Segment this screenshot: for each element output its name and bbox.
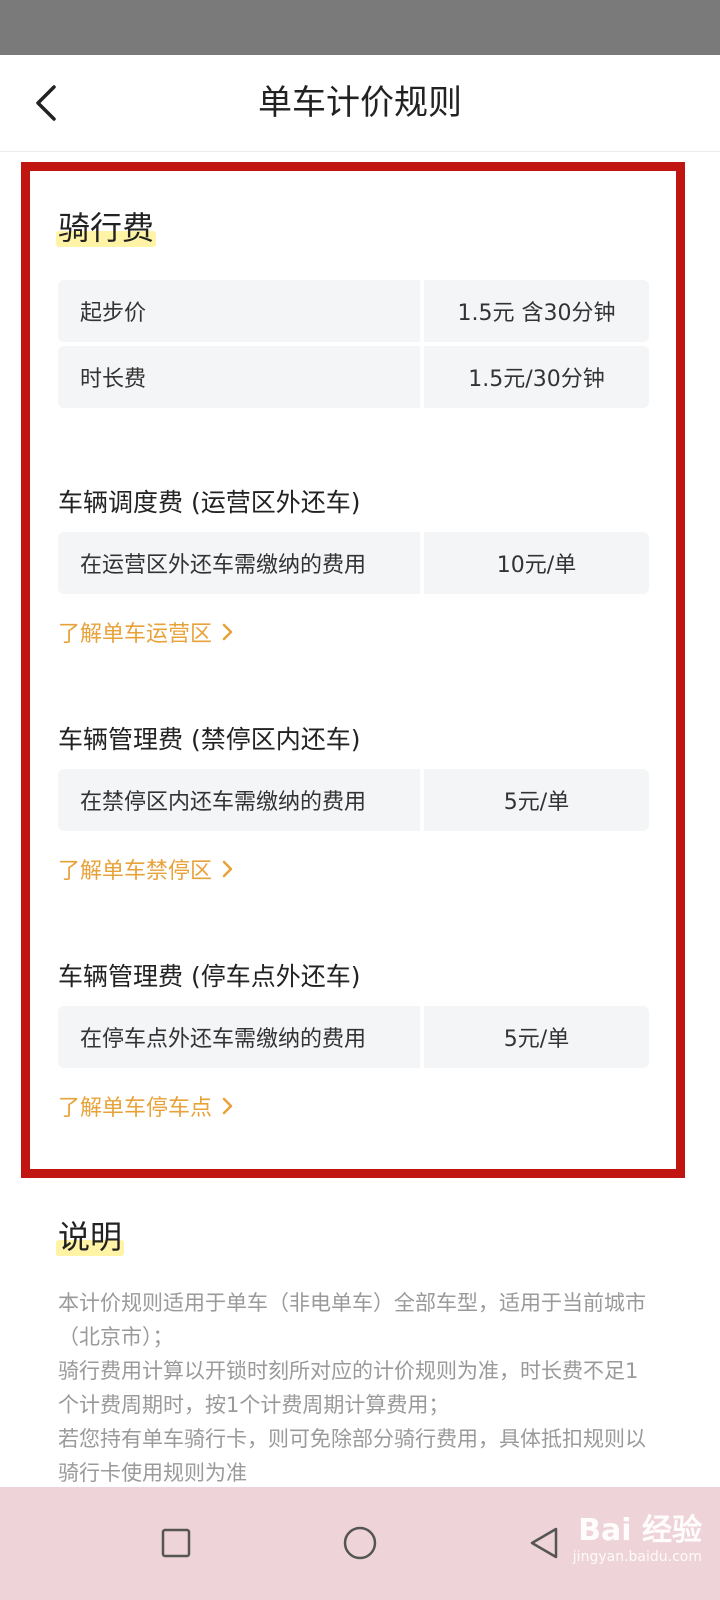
row-label: 起步价 xyxy=(58,280,420,342)
description-paragraph: 骑行费用计算以开锁时刻所对应的计价规则为准，时长费不足1个计费周期时，按1个计费… xyxy=(58,1359,639,1417)
link-label: 了解单车停车点 xyxy=(58,1096,213,1121)
row-value: 5元/单 xyxy=(424,769,649,831)
row-label: 在运营区外还车需缴纳的费用 xyxy=(58,532,420,594)
row-label: 在停车点外还车需缴纳的费用 xyxy=(58,1006,420,1068)
triangle-back-icon xyxy=(530,1527,558,1559)
circle-icon xyxy=(343,1526,377,1560)
parking-spot-fee-table: 在停车点外还车需缴纳的费用 5元/单 xyxy=(58,1006,649,1072)
page-title: 单车计价规则 xyxy=(258,83,462,123)
riding-fee-table: 起步价 1.5元 含30分钟 时长费 1.5元/30分钟 xyxy=(58,280,649,412)
watermark-sub: jingyan.baidu.com xyxy=(572,1549,702,1565)
status-bar xyxy=(0,0,720,55)
description-title-text: 说明 xyxy=(58,1218,123,1256)
row-label: 时长费 xyxy=(58,346,420,408)
section-title-dispatch: 车辆调度费 (运营区外还车) xyxy=(58,488,361,517)
no-parking-fee-table: 在禁停区内还车需缴纳的费用 5元/单 xyxy=(58,769,649,835)
link-no-parking-zone[interactable]: 了解单车禁停区 xyxy=(58,853,234,885)
description-paragraph: 本计价规则适用于单车（非电单车）全部车型，适用于当前城市（北京市）； xyxy=(58,1291,646,1349)
description-title: 说明 xyxy=(55,1212,125,1258)
description-paragraph: 若您持有单车骑行卡，则可免除部分骑行费用，具体抵扣规则以骑行卡使用规则为准 xyxy=(58,1427,646,1485)
back-nav-button[interactable] xyxy=(516,1515,572,1571)
table-row: 时长费 1.5元/30分钟 xyxy=(58,346,649,408)
system-nav-bar: Bai 经验 jingyan.baidu.com xyxy=(0,1487,720,1600)
row-label: 在禁停区内还车需缴纳的费用 xyxy=(58,769,420,831)
row-value: 5元/单 xyxy=(424,1006,649,1068)
table-row: 起步价 1.5元 含30分钟 xyxy=(58,280,649,342)
section-title-parking-spot: 车辆管理费 (停车点外还车) xyxy=(58,962,361,991)
chevron-right-icon xyxy=(222,623,233,641)
link-operation-area[interactable]: 了解单车运营区 xyxy=(58,616,234,648)
row-value: 1.5元 含30分钟 xyxy=(424,280,649,342)
chevron-right-icon xyxy=(222,860,233,878)
watermark-main: Bai 经验 xyxy=(578,1513,702,1548)
chevron-right-icon xyxy=(222,1097,233,1115)
dispatch-fee-table: 在运营区外还车需缴纳的费用 10元/单 xyxy=(58,532,649,598)
recent-apps-button[interactable] xyxy=(148,1515,204,1571)
table-row: 在运营区外还车需缴纳的费用 10元/单 xyxy=(58,532,649,594)
home-button[interactable] xyxy=(332,1515,388,1571)
description-body: 本计价规则适用于单车（非电单车）全部车型，适用于当前城市（北京市）； 骑行费用计… xyxy=(58,1286,658,1490)
section-title-no-parking: 车辆管理费 (禁停区内还车) xyxy=(58,725,361,754)
link-label: 了解单车运营区 xyxy=(58,622,213,647)
watermark: Bai 经验 jingyan.baidu.com xyxy=(573,1505,702,1565)
section-title-riding: 骑行费 xyxy=(55,203,157,249)
table-row: 在停车点外还车需缴纳的费用 5元/单 xyxy=(58,1006,649,1068)
table-row: 在禁停区内还车需缴纳的费用 5元/单 xyxy=(58,769,649,831)
top-app-bar: 单车计价规则 xyxy=(0,55,720,152)
row-value: 1.5元/30分钟 xyxy=(424,346,649,408)
link-label: 了解单车禁停区 xyxy=(58,859,213,884)
row-value: 10元/单 xyxy=(424,532,649,594)
link-parking-spot[interactable]: 了解单车停车点 xyxy=(58,1090,234,1122)
square-icon xyxy=(161,1528,191,1558)
riding-title-text: 骑行费 xyxy=(58,209,155,247)
